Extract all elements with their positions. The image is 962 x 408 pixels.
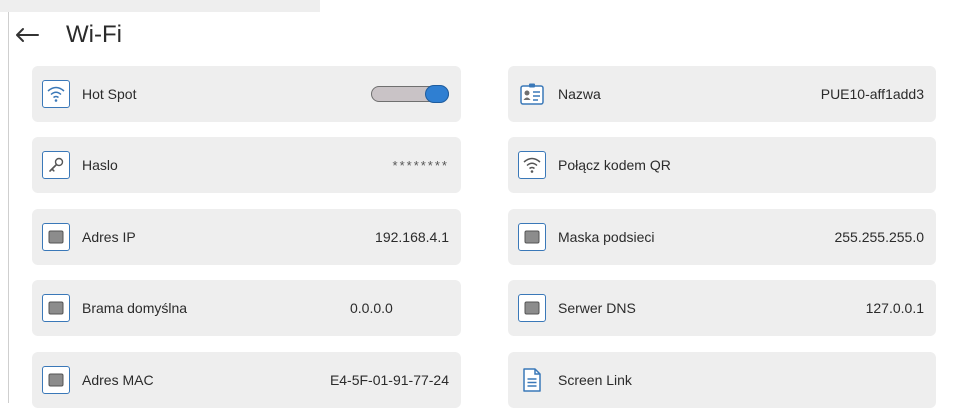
hotspot-toggle[interactable] (371, 85, 449, 103)
toggle-knob (425, 85, 449, 103)
document-icon (518, 366, 546, 394)
mac-address-value: E4-5F-01-91-77-24 (329, 372, 449, 388)
password-tile[interactable]: Haslo ******** (32, 137, 461, 193)
gateway-value: 0.0.0.0 (350, 300, 393, 316)
top-bar-strip (0, 0, 320, 12)
password-value: ******** (392, 157, 449, 173)
dns-server-tile[interactable]: Serwer DNS 127.0.0.1 (508, 280, 936, 336)
network-port-icon (518, 294, 546, 322)
mac-address-label: Adres MAC (82, 372, 154, 388)
hotspot-label: Hot Spot (82, 86, 137, 102)
dns-server-value: 127.0.0.1 (865, 300, 924, 316)
network-port-icon (42, 366, 70, 394)
page-title: Wi-Fi (66, 21, 122, 48)
gateway-tile[interactable]: Brama domyślna 0.0.0.0 (32, 280, 461, 336)
back-arrow-icon[interactable] (14, 19, 46, 51)
subnet-mask-label: Maska podsieci (558, 229, 655, 245)
qr-connect-tile[interactable]: Połącz kodem QR (508, 137, 936, 193)
name-label: Nazwa (558, 86, 601, 102)
name-tile[interactable]: Nazwa PUE10-aff1add3 (508, 66, 936, 122)
network-port-icon (518, 223, 546, 251)
left-divider (8, 12, 9, 403)
ip-address-tile[interactable]: Adres IP 192.168.4.1 (32, 209, 461, 265)
key-icon (42, 151, 70, 179)
wifi-icon (518, 151, 546, 179)
network-port-icon (42, 223, 70, 251)
subnet-mask-tile[interactable]: Maska podsieci 255.255.255.0 (508, 209, 936, 265)
hotspot-tile[interactable]: Hot Spot (32, 66, 461, 122)
password-label: Haslo (82, 157, 118, 173)
page-header: Wi-Fi (14, 18, 122, 52)
screen-link-label: Screen Link (558, 372, 632, 388)
ip-address-label: Adres IP (82, 229, 136, 245)
subnet-mask-value: 255.255.255.0 (834, 229, 924, 245)
qr-connect-label: Połącz kodem QR (558, 157, 671, 173)
id-card-icon (518, 80, 546, 108)
name-value: PUE10-aff1add3 (820, 86, 924, 102)
network-port-icon (42, 294, 70, 322)
dns-server-label: Serwer DNS (558, 300, 636, 316)
gateway-label: Brama domyślna (82, 300, 188, 316)
screen-link-tile[interactable]: Screen Link (508, 352, 936, 408)
ip-address-value: 192.168.4.1 (375, 229, 449, 245)
mac-address-tile[interactable]: Adres MAC E4-5F-01-91-77-24 (32, 352, 461, 408)
wifi-icon (42, 80, 70, 108)
